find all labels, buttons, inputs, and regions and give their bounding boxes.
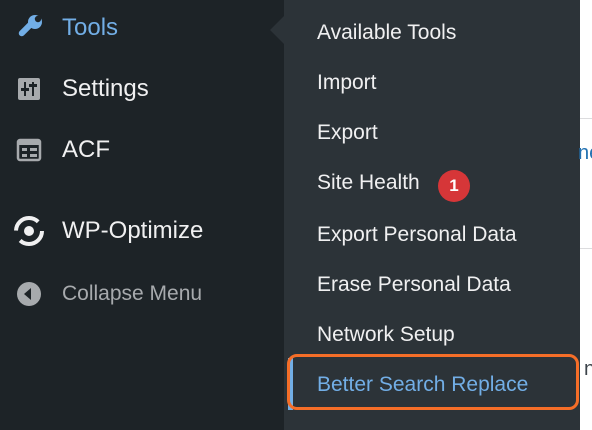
menu-label-acf: ACF [62, 136, 110, 163]
collapse-menu-button[interactable]: Collapse Menu [0, 269, 284, 319]
submenu-label: Export [317, 121, 378, 144]
acf-table-icon [12, 133, 46, 167]
content-text-fragment: ne [584, 358, 592, 380]
submenu-label: Site Health [317, 171, 420, 194]
site-health-count-badge: 1 [438, 170, 470, 202]
admin-sidebar: Tools Settings ACF WP-Optimize Collapse … [0, 0, 284, 430]
submenu-label: Export Personal Data [317, 223, 517, 246]
wrench-icon [12, 11, 46, 45]
menu-label-collapse: Collapse Menu [62, 282, 203, 305]
submenu-item-export-personal-data[interactable]: Export Personal Data [284, 210, 580, 260]
menu-item-wp-optimize[interactable]: WP-Optimize [0, 206, 284, 256]
submenu-label: Erase Personal Data [317, 273, 511, 296]
submenu-label: Network Setup [317, 323, 455, 346]
menu-label-settings: Settings [62, 75, 149, 102]
wp-optimize-icon [12, 214, 46, 248]
content-divider [580, 118, 592, 119]
menu-item-acf[interactable]: ACF [0, 125, 284, 175]
menu-item-tools[interactable]: Tools [0, 3, 284, 53]
submenu-item-import[interactable]: Import [284, 58, 580, 108]
submenu-item-export[interactable]: Export [284, 108, 580, 158]
submenu-item-network-setup[interactable]: Network Setup [284, 310, 580, 360]
collapse-arrow-icon [12, 277, 46, 311]
submenu-label: Import [317, 71, 377, 94]
menu-item-settings[interactable]: Settings [0, 64, 284, 114]
submenu-label: Available Tools [317, 21, 457, 44]
submenu-item-site-health[interactable]: Site Health 1 [284, 158, 580, 208]
submenu-item-available-tools[interactable]: Available Tools [284, 8, 580, 58]
submenu-pointer [270, 16, 284, 44]
submenu-item-erase-personal-data[interactable]: Erase Personal Data [284, 260, 580, 310]
annotation-highlight-box [287, 354, 579, 410]
menu-label-wp-optimize: WP-Optimize [62, 217, 204, 244]
content-divider [580, 248, 592, 249]
settings-sliders-icon [12, 72, 46, 106]
menu-label-tools: Tools [62, 14, 119, 41]
content-link-fragment[interactable]: ne [578, 142, 592, 165]
